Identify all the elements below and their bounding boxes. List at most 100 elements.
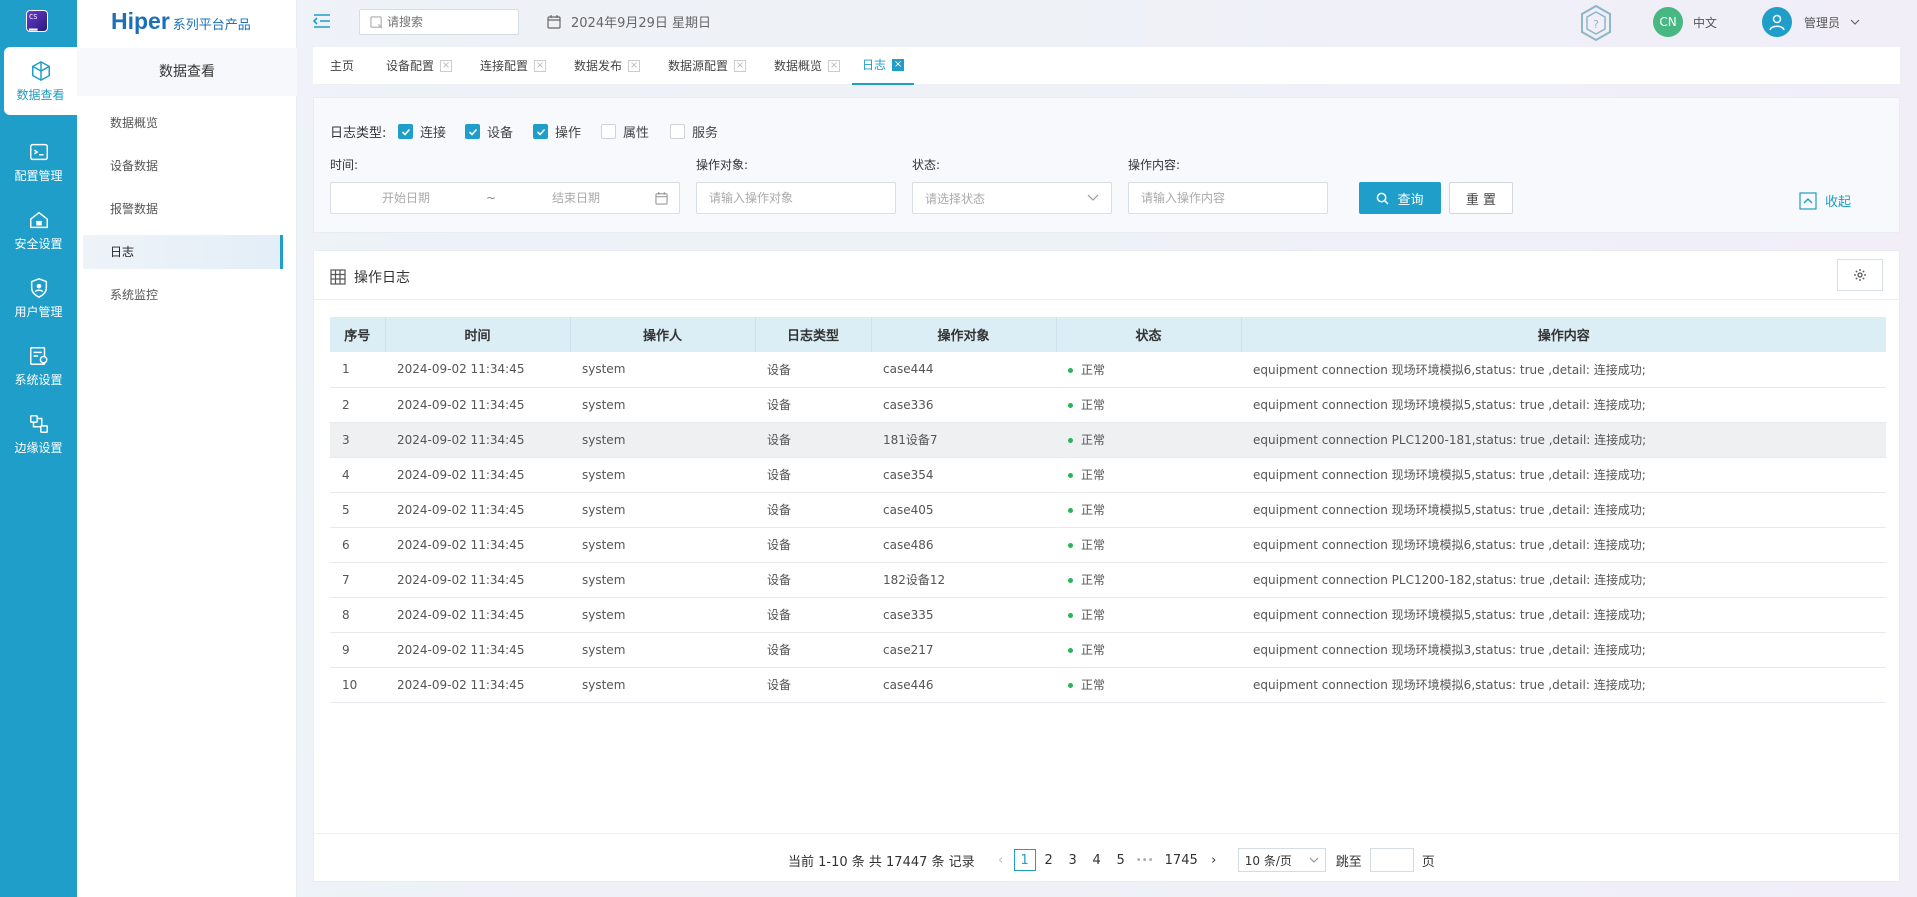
table-row[interactable]: 5 2024-09-02 11:34:45 system 设备 case405 正常 equ… bbox=[330, 492, 1886, 528]
table-row[interactable]: 2 2024-09-02 11:34:45 system 设备 case336 正常 equ… bbox=[330, 387, 1886, 423]
close-icon[interactable]: × bbox=[734, 60, 747, 72]
page-button[interactable]: 1 bbox=[1013, 849, 1036, 871]
rail-item-users[interactable]: 用户管理 bbox=[0, 264, 77, 332]
table-cell: 正常 bbox=[1056, 667, 1241, 703]
tab-device-config[interactable]: 设备配置 × bbox=[386, 47, 453, 85]
check-icon bbox=[533, 124, 548, 139]
sidebar-item-alarm-data[interactable]: 报警数据 bbox=[83, 192, 283, 226]
start-date-input[interactable] bbox=[331, 191, 481, 205]
cell-text: 设备 bbox=[767, 678, 792, 692]
page-button-last[interactable]: 1745 bbox=[1165, 849, 1198, 871]
checkbox-property[interactable]: 属性 bbox=[601, 122, 649, 141]
cell-text: 181设备7 bbox=[883, 433, 938, 447]
table-cell: 6 bbox=[330, 527, 385, 563]
page-button[interactable]: 2 bbox=[1038, 849, 1060, 871]
table-cell: 设备 bbox=[755, 457, 871, 493]
table-row[interactable]: 7 2024-09-02 11:34:45 system 设备 182设备12 正常 equ… bbox=[330, 562, 1886, 598]
cell-text: 4 bbox=[342, 467, 350, 482]
table-cell: 9 bbox=[330, 632, 385, 668]
close-icon[interactable]: × bbox=[440, 60, 453, 72]
table-settings-button[interactable] bbox=[1837, 259, 1883, 291]
sidebar-item-device-data[interactable]: 设备数据 bbox=[83, 149, 283, 183]
column-header[interactable]: 操作内容 bbox=[1241, 317, 1886, 352]
chevron-up-icon bbox=[1799, 191, 1817, 210]
ellipsis[interactable]: ••• bbox=[1134, 849, 1156, 871]
rail-item-system[interactable]: 系统设置 bbox=[0, 332, 77, 400]
chevron-down-icon bbox=[1087, 194, 1099, 201]
language-switch[interactable]: CN 中文 bbox=[1653, 7, 1717, 37]
column-header[interactable]: 序号 bbox=[330, 317, 386, 352]
target-input[interactable] bbox=[709, 191, 889, 205]
status-dot-icon bbox=[1068, 438, 1073, 443]
column-header[interactable]: 操作对象 bbox=[871, 317, 1057, 352]
cell-text: 182设备12 bbox=[883, 573, 946, 587]
search-input[interactable] bbox=[387, 15, 507, 29]
range-separator: ~ bbox=[485, 191, 497, 205]
tab-datasource-config[interactable]: 数据源配置 × bbox=[668, 47, 747, 85]
page-button[interactable]: 3 bbox=[1062, 849, 1084, 871]
table-cell: case336 bbox=[871, 387, 1056, 423]
tab-home[interactable]: 主页 bbox=[330, 47, 354, 85]
close-icon[interactable]: × bbox=[628, 60, 641, 72]
cell-text: case336 bbox=[883, 397, 934, 412]
table-cell: 2024-09-02 11:34:45 bbox=[385, 562, 570, 598]
query-button[interactable]: 查询 bbox=[1359, 182, 1441, 214]
rail-item-data-view[interactable]: 数据查看 bbox=[4, 47, 77, 115]
status-text: 正常 bbox=[1081, 678, 1106, 692]
status-placeholder: 请选择状态 bbox=[925, 191, 986, 206]
content-field[interactable] bbox=[1128, 182, 1328, 214]
page-button[interactable]: 5 bbox=[1110, 849, 1132, 871]
table-row[interactable]: 10 2024-09-02 11:34:45 system 设备 case446 正常 eq… bbox=[330, 667, 1886, 703]
table-row[interactable]: 3 2024-09-02 11:34:45 system 设备 181设备7 正常 equi… bbox=[330, 422, 1886, 458]
rail-item-label: 系统设置 bbox=[14, 372, 63, 387]
table-cell: equipment connection 现场环境模拟6,status: tru… bbox=[1241, 352, 1886, 388]
column-header[interactable]: 时间 bbox=[385, 317, 571, 352]
prev-page-icon[interactable]: ‹ bbox=[990, 849, 1012, 871]
close-icon[interactable]: × bbox=[828, 60, 841, 72]
checkbox-connection[interactable]: 连接 bbox=[398, 122, 446, 141]
tab-data-publish[interactable]: 数据发布 × bbox=[574, 47, 641, 85]
next-page-icon[interactable]: › bbox=[1203, 849, 1225, 871]
user-menu[interactable]: 管理员 bbox=[1762, 7, 1860, 37]
cell-text: 设备 bbox=[767, 362, 792, 377]
close-icon[interactable]: × bbox=[534, 60, 547, 72]
column-header[interactable]: 日志类型 bbox=[755, 317, 872, 352]
table-row[interactable]: 9 2024-09-02 11:34:45 system 设备 case217 正常 equ… bbox=[330, 632, 1886, 668]
table-row[interactable]: 6 2024-09-02 11:34:45 system 设备 case486 正常 equ… bbox=[330, 527, 1886, 563]
sidebar-item-overview[interactable]: 数据概览 bbox=[83, 106, 283, 140]
checkbox-device[interactable]: 设备 bbox=[465, 122, 513, 141]
pagination-summary: 当前 1-10 条 共 17447 条 记录 bbox=[788, 854, 975, 870]
page-size-select[interactable]: 10 条/页 bbox=[1237, 848, 1326, 872]
close-icon[interactable]: × bbox=[892, 59, 905, 71]
status-dot-icon bbox=[1068, 578, 1073, 583]
table-row[interactable]: 4 2024-09-02 11:34:45 system 设备 case354 正常 equ… bbox=[330, 457, 1886, 493]
table-row[interactable]: 8 2024-09-02 11:34:45 system 设备 case335 正常 equ… bbox=[330, 597, 1886, 633]
menu-toggle-icon[interactable] bbox=[313, 13, 331, 29]
page-button[interactable]: 4 bbox=[1086, 849, 1108, 871]
tab-log[interactable]: 日志 × bbox=[852, 47, 915, 85]
sidebar-item-log[interactable]: 日志 bbox=[83, 235, 283, 269]
content-input[interactable] bbox=[1141, 191, 1321, 205]
search-box[interactable] bbox=[359, 9, 519, 35]
tab-connection-config[interactable]: 连接配置 × bbox=[480, 47, 547, 85]
table-row[interactable]: 1 2024-09-02 11:34:45 system 设备 case444 正常 equ… bbox=[330, 352, 1886, 388]
cell-text: system bbox=[582, 432, 626, 447]
reset-button[interactable]: 重 置 bbox=[1449, 182, 1513, 214]
sidebar-item-monitor[interactable]: 系统监控 bbox=[83, 278, 283, 312]
column-header[interactable]: 操作人 bbox=[570, 317, 756, 352]
checkbox-operation[interactable]: 操作 bbox=[533, 122, 581, 141]
rail-item-config[interactable]: 配置管理 bbox=[0, 128, 77, 196]
tab-data-overview[interactable]: 数据概览 × bbox=[774, 47, 841, 85]
end-date-input[interactable] bbox=[501, 191, 651, 205]
jump-input[interactable] bbox=[1369, 848, 1414, 872]
date-range-picker[interactable]: ~ bbox=[330, 182, 680, 214]
collapse-button[interactable]: 收起 bbox=[1799, 191, 1851, 210]
status-select[interactable]: 请选择状态 bbox=[912, 182, 1112, 214]
rail-item-edge[interactable]: 边缘设置 bbox=[0, 400, 77, 468]
cell-text: case444 bbox=[883, 362, 934, 377]
checkbox-service[interactable]: 服务 bbox=[670, 122, 718, 141]
rail-item-security[interactable]: 安全设置 bbox=[0, 196, 77, 264]
hexagon-help-icon[interactable]: ? bbox=[1578, 4, 1614, 42]
column-header[interactable]: 状态 bbox=[1056, 317, 1242, 352]
target-field[interactable] bbox=[696, 182, 896, 214]
